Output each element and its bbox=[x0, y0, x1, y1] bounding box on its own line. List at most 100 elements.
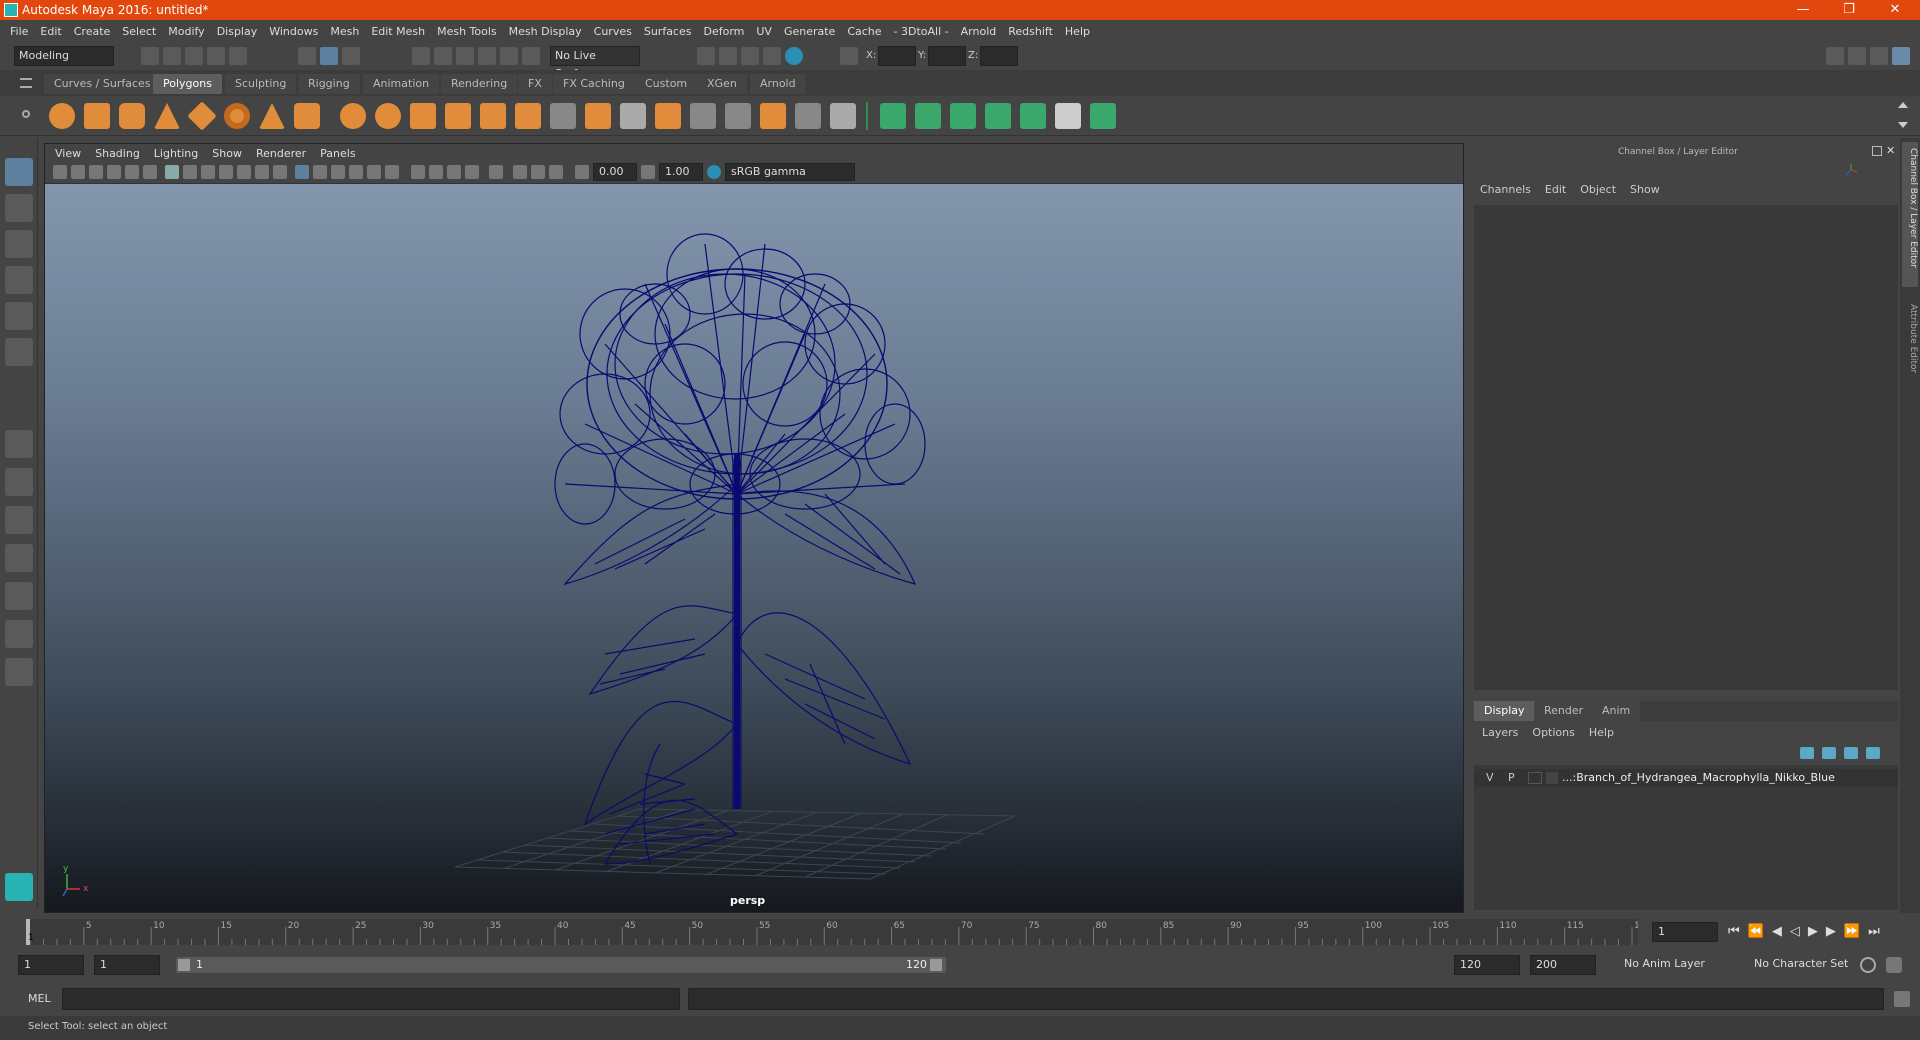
menu-curves[interactable]: Curves bbox=[594, 25, 632, 38]
isolate-select-icon[interactable] bbox=[489, 165, 503, 179]
anim-layer-dropdown[interactable]: No Anim Layer bbox=[1620, 955, 1740, 975]
scene-start-input[interactable]: 1 bbox=[18, 955, 84, 975]
append-polygon-icon[interactable] bbox=[690, 103, 716, 129]
poly-cube-icon[interactable] bbox=[84, 103, 110, 129]
vp-menu-shading[interactable]: Shading bbox=[95, 147, 140, 160]
grease-pencil-icon[interactable] bbox=[143, 165, 157, 179]
menu-uv[interactable]: UV bbox=[756, 25, 772, 38]
shadows-icon[interactable] bbox=[385, 165, 399, 179]
separate-icon[interactable] bbox=[375, 103, 401, 129]
tab-sculpting[interactable]: Sculpting bbox=[225, 74, 297, 94]
tab-xgen[interactable]: XGen bbox=[697, 74, 747, 94]
image-plane-icon[interactable] bbox=[107, 165, 121, 179]
uv-unfold-icon[interactable] bbox=[1020, 103, 1046, 129]
lasso-tool-icon[interactable] bbox=[5, 194, 33, 222]
vp-menu-view[interactable]: View bbox=[55, 147, 81, 160]
use-all-lights-icon[interactable] bbox=[367, 165, 381, 179]
current-frame-input[interactable]: 1 bbox=[1652, 922, 1718, 942]
cb-menu-show[interactable]: Show bbox=[1630, 183, 1660, 196]
range-slider[interactable]: 1 120 bbox=[176, 957, 946, 973]
bridge-icon[interactable] bbox=[620, 103, 646, 129]
new-empty-layer-icon[interactable] bbox=[1844, 747, 1858, 759]
uv-spherical-icon[interactable] bbox=[950, 103, 976, 129]
menu-redshift[interactable]: Redshift bbox=[1008, 25, 1053, 38]
persp-hypershade-layout-icon[interactable] bbox=[5, 582, 33, 610]
range-end-handle[interactable] bbox=[930, 959, 942, 971]
playback-end-input[interactable]: 120 bbox=[1454, 955, 1520, 975]
move-layer-down-icon[interactable] bbox=[1822, 747, 1836, 759]
toggle-channel-box-icon[interactable] bbox=[1892, 47, 1910, 65]
menu-file[interactable]: File bbox=[10, 25, 28, 38]
fill-hole-icon[interactable] bbox=[725, 103, 751, 129]
smooth-shade-icon[interactable] bbox=[313, 165, 327, 179]
render-frame-icon[interactable] bbox=[719, 47, 737, 65]
go-to-start-icon[interactable]: ⏮ bbox=[1728, 924, 1740, 939]
exposure-input[interactable]: 0.00 bbox=[593, 163, 637, 181]
transform-input-icon[interactable] bbox=[840, 47, 858, 65]
multi-cut-icon[interactable] bbox=[550, 103, 576, 129]
select-camera-icon[interactable] bbox=[53, 165, 67, 179]
poly-cylinder-icon[interactable] bbox=[119, 103, 145, 129]
menu-deform[interactable]: Deform bbox=[703, 25, 744, 38]
tab-rigging[interactable]: Rigging bbox=[298, 74, 360, 94]
color-management-icon[interactable] bbox=[707, 165, 721, 179]
uv-planar-icon[interactable] bbox=[880, 103, 906, 129]
bevel-icon[interactable] bbox=[655, 103, 681, 129]
tab-fx-caching[interactable]: FX Caching bbox=[553, 74, 635, 94]
textured-icon[interactable] bbox=[349, 165, 363, 179]
snap-grid-icon[interactable] bbox=[412, 47, 430, 65]
xray-joints-icon[interactable] bbox=[531, 165, 545, 179]
make-live-icon[interactable] bbox=[500, 47, 518, 65]
new-scene-icon[interactable] bbox=[141, 47, 159, 65]
delete-edge-icon[interactable] bbox=[830, 103, 856, 129]
character-set-dropdown[interactable]: No Character Set bbox=[1750, 955, 1870, 975]
time-slider-track[interactable]: 5 10 15 20 25 30 35 40 45 50 55 60 65 70 75 80 85 90 95 100… bbox=[26, 919, 1651, 945]
vp-menu-panels[interactable]: Panels bbox=[320, 147, 355, 160]
menu-generate[interactable]: Generate bbox=[784, 25, 835, 38]
color-space-dropdown[interactable]: sRGB gamma bbox=[725, 163, 855, 181]
gamma-input[interactable]: 1.00 bbox=[659, 163, 703, 181]
move-tool-icon[interactable] bbox=[5, 266, 33, 294]
snap-surface-icon[interactable] bbox=[522, 47, 540, 65]
select-component-icon[interactable] bbox=[342, 47, 360, 65]
bookmark-icon[interactable] bbox=[89, 165, 103, 179]
vp-menu-renderer[interactable]: Renderer bbox=[256, 147, 306, 160]
poly-sphere-icon[interactable] bbox=[49, 103, 75, 129]
poly-pipe-icon[interactable] bbox=[294, 103, 320, 129]
step-back-frame-icon[interactable]: ◀ bbox=[1772, 924, 1782, 939]
play-back-icon[interactable]: ◁ bbox=[1790, 924, 1800, 939]
cb-menu-edit[interactable]: Edit bbox=[1545, 183, 1566, 196]
exposure-icon[interactable] bbox=[575, 165, 589, 179]
poly-plane-icon[interactable] bbox=[187, 101, 217, 131]
menu-mesh-display[interactable]: Mesh Display bbox=[509, 25, 582, 38]
layer-tab-display[interactable]: Display bbox=[1474, 701, 1535, 721]
menu-help[interactable]: Help bbox=[1065, 25, 1090, 38]
poly-cone-icon[interactable] bbox=[154, 103, 180, 129]
move-layer-up-icon[interactable] bbox=[1800, 747, 1814, 759]
float-panel-icon[interactable] bbox=[1872, 146, 1882, 156]
step-back-key-icon[interactable]: ⏪ bbox=[1748, 924, 1764, 939]
2d-pan-zoom-icon[interactable] bbox=[125, 165, 139, 179]
hypershade-icon[interactable] bbox=[785, 47, 803, 65]
tab-fx[interactable]: FX bbox=[518, 74, 552, 94]
render-view-icon[interactable] bbox=[697, 47, 715, 65]
gamma-icon[interactable] bbox=[641, 165, 655, 179]
toggle-attribute-editor-icon[interactable] bbox=[1848, 47, 1866, 65]
scale-tool-icon[interactable] bbox=[5, 338, 33, 366]
persp-graph-layout-icon[interactable] bbox=[5, 544, 33, 572]
film-gate-icon[interactable] bbox=[183, 165, 197, 179]
play-forward-icon[interactable]: ▶ bbox=[1808, 924, 1818, 939]
camera-attributes-icon[interactable] bbox=[71, 165, 85, 179]
four-view-layout-icon[interactable] bbox=[5, 468, 33, 496]
persp-outliner-layout-icon[interactable] bbox=[5, 506, 33, 534]
smooth-icon[interactable] bbox=[445, 103, 471, 129]
layer-name[interactable]: ...:Branch_of_Hydrangea_Macrophylla_Nikk… bbox=[1562, 771, 1835, 784]
menu-edit[interactable]: Edit bbox=[40, 25, 61, 38]
undo-icon[interactable] bbox=[207, 47, 225, 65]
shelf-scroll-up-icon[interactable] bbox=[1898, 102, 1908, 108]
single-perspective-layout-icon[interactable] bbox=[5, 430, 33, 458]
shelf-options-icon[interactable] bbox=[22, 110, 30, 118]
restore-icon[interactable]: ❐ bbox=[1826, 0, 1872, 20]
save-scene-icon[interactable] bbox=[185, 47, 203, 65]
step-forward-key-icon[interactable]: ⏩ bbox=[1844, 924, 1860, 939]
